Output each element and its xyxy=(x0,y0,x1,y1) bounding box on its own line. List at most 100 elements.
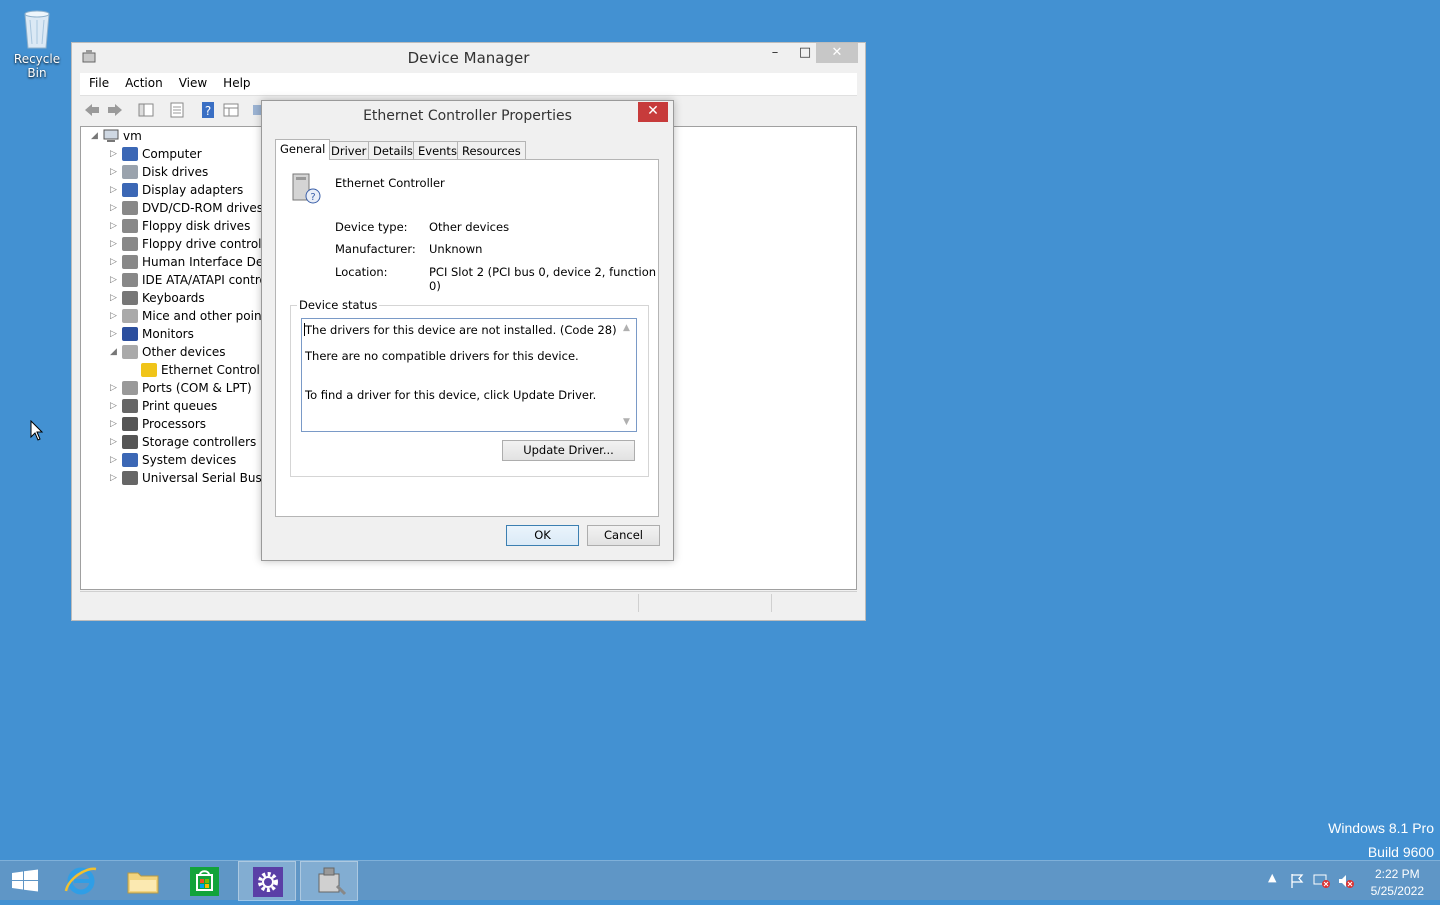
expand-arrow-icon[interactable]: ▷ xyxy=(110,199,120,217)
view-icon[interactable] xyxy=(222,101,240,119)
volume-muted-icon[interactable] xyxy=(1337,873,1355,889)
location-value: PCI Slot 2 (PCI bus 0, device 2, functio… xyxy=(429,265,657,293)
device-manager-taskbar-button[interactable] xyxy=(300,861,358,901)
expand-arrow-icon[interactable]: ▷ xyxy=(110,235,120,253)
expand-arrow-icon[interactable]: ▷ xyxy=(110,451,120,469)
tree-node-label: Floppy disk drives xyxy=(142,219,251,233)
expand-arrow-icon[interactable]: ▷ xyxy=(110,163,120,181)
expand-arrow-icon[interactable]: ▷ xyxy=(110,325,120,343)
tree-node-label: DVD/CD-ROM drives xyxy=(142,201,264,215)
action-center-flag-icon[interactable] xyxy=(1289,873,1305,889)
tab-events[interactable]: Events xyxy=(413,141,462,159)
dialog-close-button[interactable]: ✕ xyxy=(638,102,668,122)
manufacturer-label: Manufacturer: xyxy=(335,242,416,256)
device-name: Ethernet Controller xyxy=(335,176,445,190)
file-explorer-button[interactable] xyxy=(114,861,172,901)
expand-arrow-icon[interactable]: ▷ xyxy=(110,307,120,325)
expand-arrow-icon[interactable]: ▷ xyxy=(110,181,120,199)
tree-node-label: Floppy drive controller xyxy=(142,237,278,251)
expand-arrow-icon[interactable]: ▷ xyxy=(110,271,120,289)
collapse-arrow-icon[interactable]: ◢ xyxy=(110,343,120,361)
mouse-icon xyxy=(122,309,138,323)
tab-resources[interactable]: Resources xyxy=(457,141,526,159)
scroll-up-arrow-icon[interactable]: ▲ xyxy=(623,323,630,333)
start-button[interactable] xyxy=(0,861,58,901)
expand-arrow-icon[interactable]: ▷ xyxy=(110,289,120,307)
cancel-button[interactable]: Cancel xyxy=(587,525,660,546)
system-device-icon xyxy=(122,453,138,467)
expand-arrow-icon[interactable]: ▷ xyxy=(110,217,120,235)
tree-node-label: Universal Serial Bus co xyxy=(142,471,280,485)
tree-node-label: Display adapters xyxy=(142,183,244,197)
windows-logo-icon xyxy=(12,869,38,892)
clock-time: 2:22 PM xyxy=(1374,867,1420,881)
other-devices-icon xyxy=(122,345,138,359)
tab-details[interactable]: Details xyxy=(368,141,418,159)
warning-device-icon xyxy=(141,363,157,377)
computer-icon xyxy=(122,147,138,161)
scroll-down-arrow-icon[interactable]: ▼ xyxy=(623,417,630,427)
tree-node-label: Print queues xyxy=(142,399,218,413)
gear-icon xyxy=(253,867,283,897)
tree-node-label: IDE ATA/ATAPI contro xyxy=(142,273,267,287)
device-type-label: Device type: xyxy=(335,220,408,234)
close-button[interactable]: ✕ xyxy=(816,43,858,63)
expand-arrow-icon[interactable]: ▷ xyxy=(110,397,120,415)
display-adapter-icon xyxy=(122,183,138,197)
dialog-title: Ethernet Controller Properties xyxy=(363,108,572,124)
tab-driver[interactable]: Driver xyxy=(326,141,372,159)
store-button[interactable] xyxy=(176,861,234,901)
dvd-drive-icon xyxy=(122,201,138,215)
ok-button[interactable]: OK xyxy=(506,525,579,546)
tree-node-label: Computer xyxy=(142,147,202,161)
show-hide-console-icon[interactable] xyxy=(137,101,155,119)
hid-icon xyxy=(122,255,138,269)
device-manager-titlebar[interactable]: Device Manager – □ ✕ xyxy=(72,43,865,71)
recycle-bin[interactable]: Recycle Bin xyxy=(4,6,70,80)
expand-arrow-icon[interactable]: ▷ xyxy=(110,433,120,451)
tree-node-label: Other devices xyxy=(142,345,226,359)
device-status-textbox[interactable]: The drivers for this device are not inst… xyxy=(301,318,637,432)
expand-arrow-icon[interactable]: ▷ xyxy=(110,469,120,487)
network-disconnected-icon[interactable] xyxy=(1313,873,1331,889)
menu-file[interactable]: File xyxy=(80,73,116,90)
settings-button[interactable] xyxy=(238,861,296,901)
floppy-controller-icon xyxy=(122,237,138,251)
back-arrow-icon[interactable] xyxy=(83,101,101,119)
properties-dialog: Ethernet Controller Properties ✕ General… xyxy=(261,100,674,561)
status-scrollbar[interactable]: ▲ ▼ xyxy=(619,319,636,431)
storage-controller-icon xyxy=(122,435,138,449)
device-manager-icon xyxy=(318,867,347,896)
tree-node-label: Mice and other pointir xyxy=(142,309,275,323)
processor-icon xyxy=(122,417,138,431)
menu-view[interactable]: View xyxy=(170,73,214,90)
expand-arrow-icon[interactable]: ▷ xyxy=(110,415,120,433)
clock-date: 5/25/2022 xyxy=(1370,884,1424,898)
properties-icon[interactable] xyxy=(168,101,186,119)
expand-arrow-icon[interactable]: ▷ xyxy=(110,253,120,271)
computer-root-icon xyxy=(103,129,119,142)
tree-node-label: Ethernet Controller xyxy=(161,363,276,377)
printer-icon xyxy=(122,399,138,413)
recycle-bin-icon xyxy=(20,6,54,50)
location-label: Location: xyxy=(335,265,388,279)
show-hidden-icons-arrow-icon[interactable]: ▲ xyxy=(1268,871,1276,884)
taskbar-clock[interactable]: 2:22 PM 5/25/2022 xyxy=(1371,866,1424,900)
help-icon[interactable]: ? xyxy=(199,101,217,119)
forward-arrow-icon[interactable] xyxy=(106,101,124,119)
collapse-arrow-icon[interactable]: ◢ xyxy=(91,127,101,145)
monitor-icon xyxy=(122,327,138,341)
device-status-legend: Device status xyxy=(297,298,380,312)
menu-bar: File Action View Help xyxy=(80,73,857,96)
tree-node-label: Processors xyxy=(142,417,207,431)
port-icon xyxy=(122,381,138,395)
minimize-button[interactable]: – xyxy=(760,43,790,63)
internet-explorer-button[interactable] xyxy=(52,861,110,901)
tab-general[interactable]: General xyxy=(275,139,331,160)
window-title: Device Manager xyxy=(407,49,530,67)
menu-help[interactable]: Help xyxy=(214,73,257,90)
menu-action[interactable]: Action xyxy=(116,73,170,90)
update-driver-button[interactable]: Update Driver... xyxy=(502,440,635,461)
expand-arrow-icon[interactable]: ▷ xyxy=(110,379,120,397)
expand-arrow-icon[interactable]: ▷ xyxy=(110,145,120,163)
